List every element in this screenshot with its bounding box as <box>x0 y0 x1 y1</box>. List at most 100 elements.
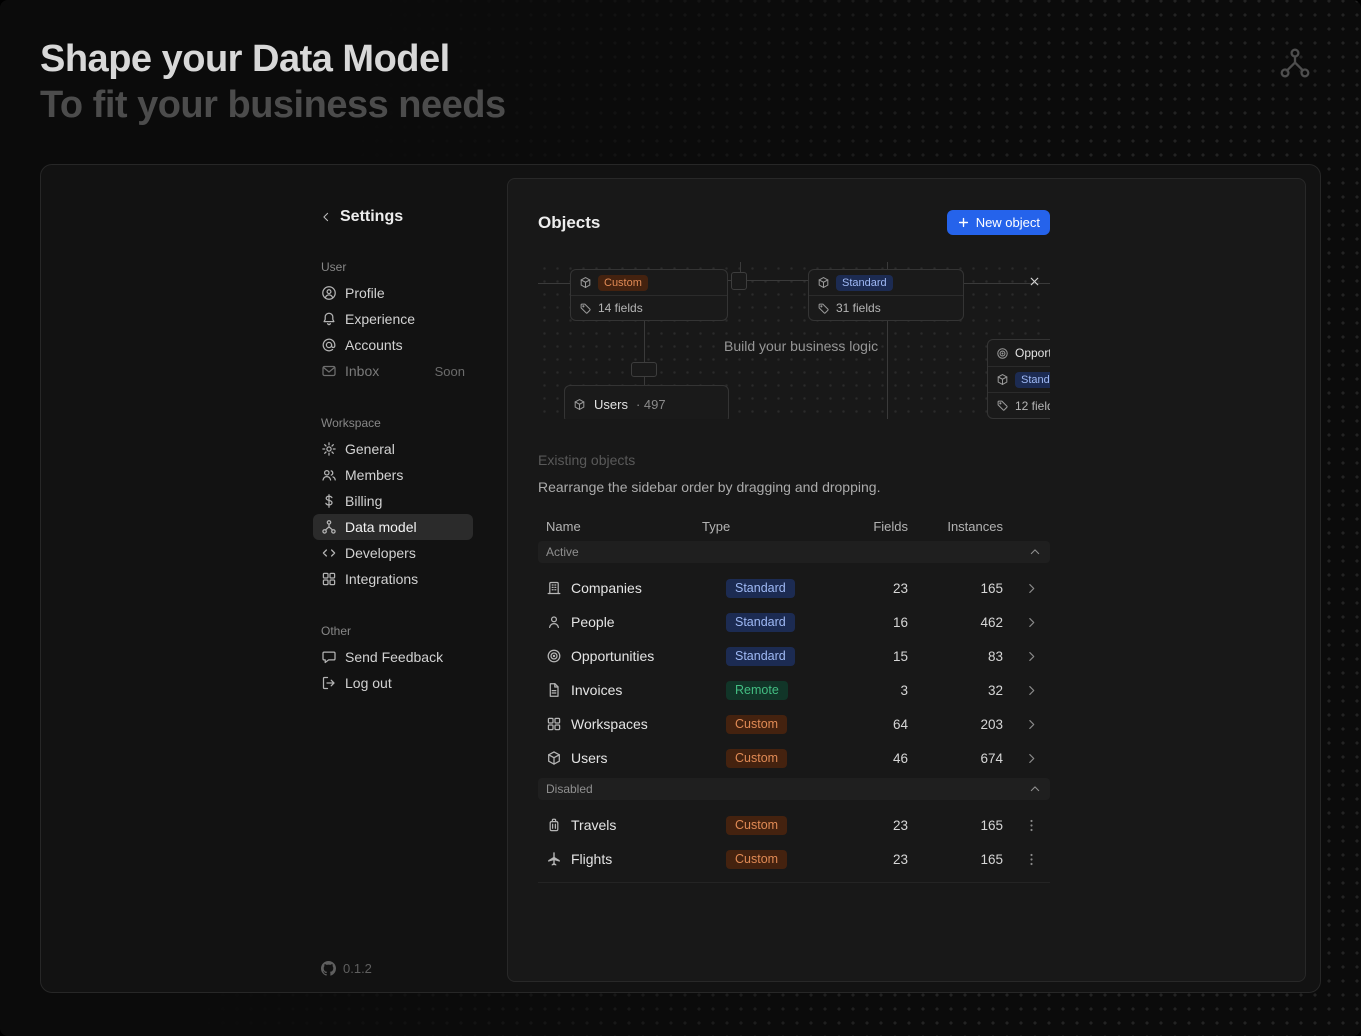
tag-icon <box>996 399 1009 412</box>
object-name: Invoices <box>571 682 622 698</box>
object-row-people[interactable]: People Standard 16 462 <box>538 605 1050 639</box>
object-row-users[interactable]: Users Custom 46 674 <box>538 741 1050 775</box>
canvas-node-standard[interactable]: Standard 31 fields <box>808 269 964 321</box>
standard-badge: Standard <box>1015 372 1050 388</box>
row-action-button[interactable] <box>1022 681 1040 699</box>
canvas-caption: Build your business logic <box>724 338 878 354</box>
fields-count: 16 <box>852 615 912 630</box>
at-icon <box>321 337 337 353</box>
sidebar-item-developers[interactable]: Developers <box>313 540 473 566</box>
objects-panel: Objects New object <box>507 178 1306 982</box>
node-row: 14 fields <box>571 295 727 320</box>
mail-icon <box>321 363 337 379</box>
instances-count: 32 <box>912 683 1007 698</box>
type-badge: Standard <box>726 647 795 666</box>
row-action-button[interactable] <box>1022 850 1040 868</box>
sidebar-sections: User Profile Experience Accounts <box>313 260 473 696</box>
sidebar-item-experience[interactable]: Experience <box>313 306 473 332</box>
instances-count: 83 <box>912 649 1007 664</box>
plus-icon <box>957 216 970 229</box>
sidebar-item-general[interactable]: General <box>313 436 473 462</box>
object-row-companies[interactable]: Companies Standard 23 165 <box>538 571 1050 605</box>
object-row-opportunities[interactable]: Opportunities Standard 15 83 <box>538 639 1050 673</box>
row-action-button[interactable] <box>1022 579 1040 597</box>
soon-badge: Soon <box>435 364 465 379</box>
sidebar-item-label: Accounts <box>345 337 403 353</box>
canvas-node-custom[interactable]: Custom 14 fields <box>570 269 728 321</box>
instances-count: 674 <box>912 751 1007 766</box>
type-badge: Custom <box>726 850 787 869</box>
object-row-flights[interactable]: Flights Custom 23 165 <box>538 842 1050 876</box>
row-action-button[interactable] <box>1022 816 1040 834</box>
sidebar-item-send-feedback[interactable]: Send Feedback <box>313 644 473 670</box>
version-label: 0.1.2 <box>343 961 372 976</box>
connector-port <box>631 362 657 377</box>
sidebar-section-other: Other Send Feedback Log out <box>313 624 473 696</box>
column-name: Name <box>538 519 694 534</box>
sidebar-section-label: Other <box>313 624 473 640</box>
data-model-logo-icon <box>1278 46 1312 80</box>
column-instances: Instances <box>912 519 1007 534</box>
column-fields: Fields <box>852 519 912 534</box>
node-row: Custom <box>571 270 727 295</box>
type-badge: Custom <box>726 816 787 835</box>
object-name: Opportunities <box>571 648 654 664</box>
sidebar-item-profile[interactable]: Profile <box>313 280 473 306</box>
canvas-node-opportunities[interactable]: Opportunities Standard 12 fields <box>987 339 1050 419</box>
chevron-up-icon <box>1028 782 1042 796</box>
chevron-right-icon <box>1024 649 1039 664</box>
sidebar-item-integrations[interactable]: Integrations <box>313 566 473 592</box>
custom-badge: Custom <box>598 275 648 291</box>
data-model-canvas[interactable]: Custom 14 fields Standard <box>538 262 1050 419</box>
settings-back-label: Settings <box>340 208 403 226</box>
chevron-left-icon <box>319 210 333 224</box>
chevron-right-icon <box>1024 581 1039 596</box>
sidebar-item-log-out[interactable]: Log out <box>313 670 473 696</box>
settings-back-button[interactable]: Settings <box>313 206 473 228</box>
sidebar-item-data-model[interactable]: Data model <box>313 514 473 540</box>
type-badge: Remote <box>726 681 788 700</box>
row-action-button[interactable] <box>1022 749 1040 767</box>
connector-port <box>731 272 747 290</box>
new-object-button[interactable]: New object <box>947 210 1050 235</box>
object-row-travels[interactable]: Travels Custom 23 165 <box>538 808 1050 842</box>
table-group-header-active[interactable]: Active <box>538 541 1050 563</box>
sidebar-item-inbox[interactable]: Inbox Soon <box>313 358 473 384</box>
row-action-button[interactable] <box>1022 647 1040 665</box>
cube-icon <box>573 398 586 411</box>
object-row-invoices[interactable]: Invoices Remote 3 32 <box>538 673 1050 707</box>
object-name: Companies <box>571 580 642 596</box>
page-subtitle: To fit your business needs <box>40 82 506 128</box>
row-action-button[interactable] <box>1022 715 1040 733</box>
cube-icon <box>817 276 830 289</box>
sidebar-item-label: Developers <box>345 545 416 561</box>
instances-count: 165 <box>912 818 1007 833</box>
panel-title: Objects <box>538 213 600 233</box>
sidebar-item-label: Integrations <box>345 571 418 587</box>
fields-count: 23 <box>852 852 912 867</box>
chevron-right-icon <box>1024 751 1039 766</box>
type-badge: Custom <box>726 749 787 768</box>
instances-count: 462 <box>912 615 1007 630</box>
canvas-close-button[interactable] <box>1025 272 1043 290</box>
object-row-workspaces[interactable]: Workspaces Custom 64 203 <box>538 707 1050 741</box>
sidebar-item-members[interactable]: Members <box>313 462 473 488</box>
node-name: Users <box>594 397 628 412</box>
table-groups: Active Companies Standard 23 165 People … <box>538 541 1050 876</box>
dots-vertical-icon <box>1024 852 1039 867</box>
cube-icon <box>546 750 562 766</box>
fields-count: 46 <box>852 751 912 766</box>
table-group-header-disabled[interactable]: Disabled <box>538 778 1050 800</box>
logout-icon <box>321 675 337 691</box>
canvas-node-users[interactable]: Users · 497 <box>564 385 729 419</box>
object-name: Users <box>571 750 608 766</box>
sidebar-item-billing[interactable]: Billing <box>313 488 473 514</box>
sidebar-item-accounts[interactable]: Accounts <box>313 332 473 358</box>
object-name: Workspaces <box>571 716 648 732</box>
file-icon <box>546 682 562 698</box>
apps-icon <box>546 716 562 732</box>
hierarchy-icon <box>321 519 337 535</box>
fields-label: 14 fields <box>598 301 643 315</box>
row-action-button[interactable] <box>1022 613 1040 631</box>
cube-icon <box>996 373 1009 386</box>
